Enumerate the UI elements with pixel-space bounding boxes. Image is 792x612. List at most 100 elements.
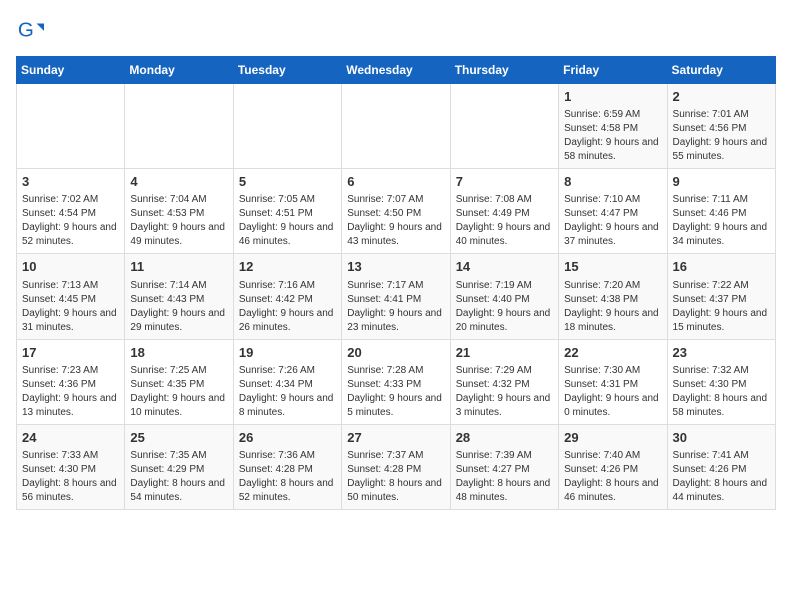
calendar-cell: 25 Sunrise: 7:35 AM Sunset: 4:29 PM Dayli… [125,424,233,509]
day-info: Sunrise: 6:59 AM Sunset: 4:58 PM Dayligh… [564,108,661,164]
calendar-cell: 23Sunrise: 7:32 AM Sunset: 4:30 PM Dayli… [667,339,775,424]
day-info: Sunrise: 7:35 AM Sunset: 4:29 PM Dayligh… [130,449,227,505]
calendar-cell: 11Sunrise: 7:14 AM Sunset: 4:43 PM Dayli… [125,254,233,339]
calendar-cell: 28 Sunrise: 7:39 AM Sunset: 4:27 PM Dayli… [450,424,558,509]
day-info: Sunrise: 7:17 AM Sunset: 4:41 PM Dayligh… [347,279,444,335]
calendar-cell: 3Sunrise: 7:02 AM Sunset: 4:54 PM Daylig… [17,169,125,254]
day-info: Sunrise: 7:07 AM Sunset: 4:50 PM Dayligh… [347,193,444,249]
calendar-cell: 16Sunrise: 7:22 AM Sunset: 4:37 PM Dayli… [667,254,775,339]
calendar-cell [17,84,125,169]
day-number: 24 [22,429,119,447]
calendar-cell: 13 Sunrise: 7:17 AM Sunset: 4:41 PM Dayli… [342,254,450,339]
calendar-cell: 7Sunrise: 7:08 AM Sunset: 4:49 PM Daylig… [450,169,558,254]
day-info: Sunrise: 7:29 AM Sunset: 4:32 PM Dayligh… [456,364,553,420]
calendar-cell: 10 Sunrise: 7:13 AM Sunset: 4:45 PM Dayli… [17,254,125,339]
calendar-cell: 18 Sunrise: 7:25 AM Sunset: 4:35 PM Dayli… [125,339,233,424]
day-number: 6 [347,173,444,191]
day-info: Sunrise: 7:30 AM Sunset: 4:31 PM Dayligh… [564,364,661,420]
day-info: Sunrise: 7:04 AM Sunset: 4:53 PM Dayligh… [130,193,227,249]
day-info: Sunrise: 7:08 AM Sunset: 4:49 PM Dayligh… [456,193,553,249]
day-info: Sunrise: 7:40 AM Sunset: 4:26 PM Dayligh… [564,449,661,505]
day-info: Sunrise: 7:36 AM Sunset: 4:28 PM Dayligh… [239,449,336,505]
day-number: 9 [673,173,770,191]
day-info: Sunrise: 7:22 AM Sunset: 4:37 PM Dayligh… [673,279,770,335]
calendar-cell: 14 Sunrise: 7:19 AM Sunset: 4:40 PM Dayli… [450,254,558,339]
day-info: Sunrise: 7:10 AM Sunset: 4:47 PM Dayligh… [564,193,661,249]
calendar-cell: 2Sunrise: 7:01 AM Sunset: 4:56 PM Daylig… [667,84,775,169]
calendar-cell: 30Sunrise: 7:41 AM Sunset: 4:26 PM Dayli… [667,424,775,509]
day-info: Sunrise: 7:28 AM Sunset: 4:33 PM Dayligh… [347,364,444,420]
week-row-4: 24Sunrise: 7:33 AM Sunset: 4:30 PM Dayli… [17,424,776,509]
day-info: Sunrise: 7:20 AM Sunset: 4:38 PM Dayligh… [564,279,661,335]
logo: G [16,16,48,44]
calendar-cell [233,84,341,169]
day-info: Sunrise: 7:25 AM Sunset: 4:35 PM Dayligh… [130,364,227,420]
day-number: 22 [564,344,661,362]
calendar-cell: 21 Sunrise: 7:29 AM Sunset: 4:32 PM Dayli… [450,339,558,424]
day-number: 20 [347,344,444,362]
calendar-cell: 20 Sunrise: 7:28 AM Sunset: 4:33 PM Dayli… [342,339,450,424]
header-sunday: Sunday [17,57,125,84]
calendar-cell: 9 Sunrise: 7:11 AM Sunset: 4:46 PM Daylig… [667,169,775,254]
header-monday: Monday [125,57,233,84]
logo-icon: G [16,16,44,44]
day-info: Sunrise: 7:16 AM Sunset: 4:42 PM Dayligh… [239,279,336,335]
calendar-cell: 6 Sunrise: 7:07 AM Sunset: 4:50 PM Daylig… [342,169,450,254]
header-saturday: Saturday [667,57,775,84]
day-number: 17 [22,344,119,362]
calendar-cell: 24Sunrise: 7:33 AM Sunset: 4:30 PM Dayli… [17,424,125,509]
day-info: Sunrise: 7:02 AM Sunset: 4:54 PM Dayligh… [22,193,119,249]
calendar-cell: 19 Sunrise: 7:26 AM Sunset: 4:34 PM Dayli… [233,339,341,424]
week-row-1: 3Sunrise: 7:02 AM Sunset: 4:54 PM Daylig… [17,169,776,254]
calendar-header-row: SundayMondayTuesdayWednesdayThursdayFrid… [17,57,776,84]
calendar-cell: 8 Sunrise: 7:10 AM Sunset: 4:47 PM Daylig… [559,169,667,254]
day-number: 19 [239,344,336,362]
day-number: 8 [564,173,661,191]
week-row-2: 10 Sunrise: 7:13 AM Sunset: 4:45 PM Dayli… [17,254,776,339]
day-info: Sunrise: 7:32 AM Sunset: 4:30 PM Dayligh… [673,364,770,420]
calendar-cell: 22 Sunrise: 7:30 AM Sunset: 4:31 PM Dayli… [559,339,667,424]
day-number: 10 [22,258,119,276]
day-number: 25 [130,429,227,447]
day-number: 4 [130,173,227,191]
day-info: Sunrise: 7:26 AM Sunset: 4:34 PM Dayligh… [239,364,336,420]
calendar-cell [342,84,450,169]
day-number: 14 [456,258,553,276]
header-tuesday: Tuesday [233,57,341,84]
day-info: Sunrise: 7:11 AM Sunset: 4:46 PM Dayligh… [673,193,770,249]
day-number: 21 [456,344,553,362]
day-number: 1 [564,88,661,106]
calendar-cell: 27Sunrise: 7:37 AM Sunset: 4:28 PM Dayli… [342,424,450,509]
calendar-cell [450,84,558,169]
day-info: Sunrise: 7:13 AM Sunset: 4:45 PM Dayligh… [22,279,119,335]
header-friday: Friday [559,57,667,84]
day-info: Sunrise: 7:05 AM Sunset: 4:51 PM Dayligh… [239,193,336,249]
week-row-3: 17 Sunrise: 7:23 AM Sunset: 4:36 PM Dayli… [17,339,776,424]
week-row-0: 1 Sunrise: 6:59 AM Sunset: 4:58 PM Daylig… [17,84,776,169]
calendar-cell: 29 Sunrise: 7:40 AM Sunset: 4:26 PM Dayli… [559,424,667,509]
header: G [16,16,776,44]
day-info: Sunrise: 7:39 AM Sunset: 4:27 PM Dayligh… [456,449,553,505]
calendar-table: SundayMondayTuesdayWednesdayThursdayFrid… [16,56,776,510]
calendar-cell [125,84,233,169]
day-info: Sunrise: 7:19 AM Sunset: 4:40 PM Dayligh… [456,279,553,335]
day-number: 13 [347,258,444,276]
calendar-cell: 1 Sunrise: 6:59 AM Sunset: 4:58 PM Daylig… [559,84,667,169]
calendar-cell: 15 Sunrise: 7:20 AM Sunset: 4:38 PM Dayli… [559,254,667,339]
calendar-cell: 4 Sunrise: 7:04 AM Sunset: 4:53 PM Daylig… [125,169,233,254]
day-number: 18 [130,344,227,362]
day-number: 28 [456,429,553,447]
calendar-cell: 12Sunrise: 7:16 AM Sunset: 4:42 PM Dayli… [233,254,341,339]
day-info: Sunrise: 7:14 AM Sunset: 4:43 PM Dayligh… [130,279,227,335]
calendar-cell: 17 Sunrise: 7:23 AM Sunset: 4:36 PM Dayli… [17,339,125,424]
day-info: Sunrise: 7:23 AM Sunset: 4:36 PM Dayligh… [22,364,119,420]
day-number: 26 [239,429,336,447]
header-thursday: Thursday [450,57,558,84]
day-number: 5 [239,173,336,191]
day-number: 29 [564,429,661,447]
day-number: 27 [347,429,444,447]
day-number: 15 [564,258,661,276]
calendar-cell: 5 Sunrise: 7:05 AM Sunset: 4:51 PM Daylig… [233,169,341,254]
day-number: 30 [673,429,770,447]
svg-text:G: G [18,19,34,42]
